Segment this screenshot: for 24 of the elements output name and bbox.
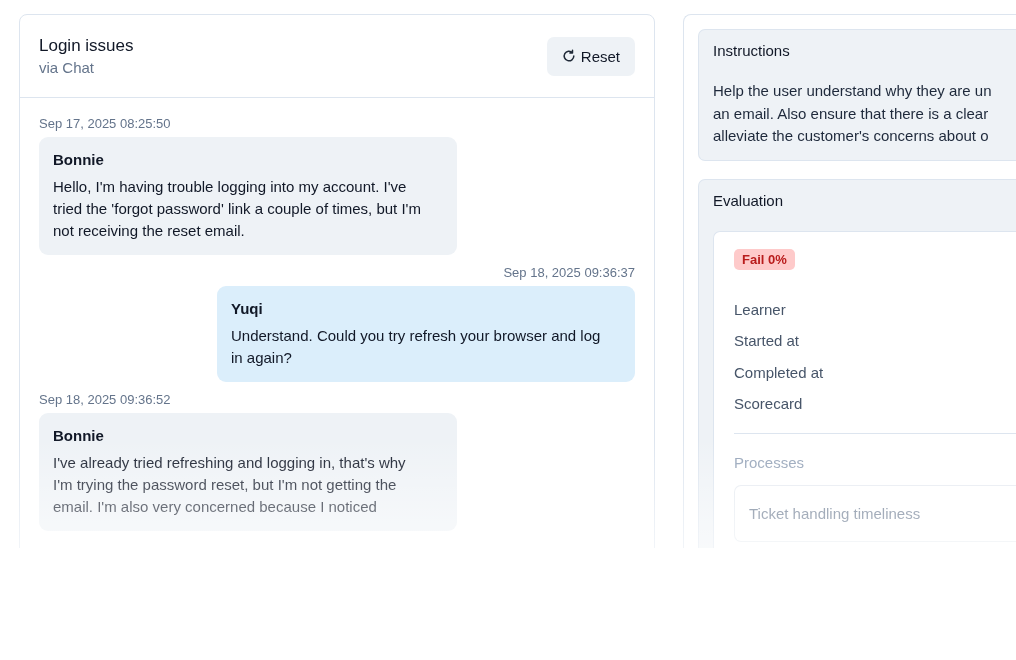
message-text: Hello, I'm having trouble logging into my account. I've tried the 'forgot password' link a couple of times, but I'm not receiving the reset email. xyxy=(53,177,422,241)
field-label: Completed at xyxy=(734,362,824,382)
conversation-title: Login issues xyxy=(39,36,134,56)
evaluation-title: Evaluation xyxy=(713,191,785,209)
message-text: Understand. Could you try refresh your browser and log in again? xyxy=(231,326,602,368)
message-author: Yuqi xyxy=(231,300,264,317)
message-author: Bonnie xyxy=(53,151,105,168)
instructions-title: Instructions xyxy=(713,42,791,59)
field-label: Started at xyxy=(734,331,801,351)
instructions-text: Help the user understand why they are un xyxy=(713,81,993,101)
instructions-text: alleviate the customer's concerns about o xyxy=(713,126,990,146)
message-timestamp: Sep 17, 2025 08:25:50 xyxy=(39,116,171,131)
result-badge: Fail 0% xyxy=(734,248,795,270)
message-author: Bonnie xyxy=(53,427,105,444)
reset-button[interactable]: Reset xyxy=(546,36,635,76)
field-label: Learner xyxy=(734,299,787,319)
instructions-text: an email. Also ensure that there is a clear xyxy=(713,103,990,124)
processes-title: Processes xyxy=(734,453,805,471)
refresh-icon xyxy=(561,49,576,63)
message-timestamp: Sep 18, 2025 09:36:52 xyxy=(39,392,171,407)
message-text: I've already tried refreshing and logging in, that's why I'm trying the password reset, but I'm not getting the email. I'm also very concerned because I noticed xyxy=(53,453,407,517)
field-label: Scorecard xyxy=(734,394,804,414)
message-timestamp: Sep 18, 2025 09:36:37 xyxy=(503,265,635,280)
channel-label: via Chat xyxy=(39,59,96,76)
